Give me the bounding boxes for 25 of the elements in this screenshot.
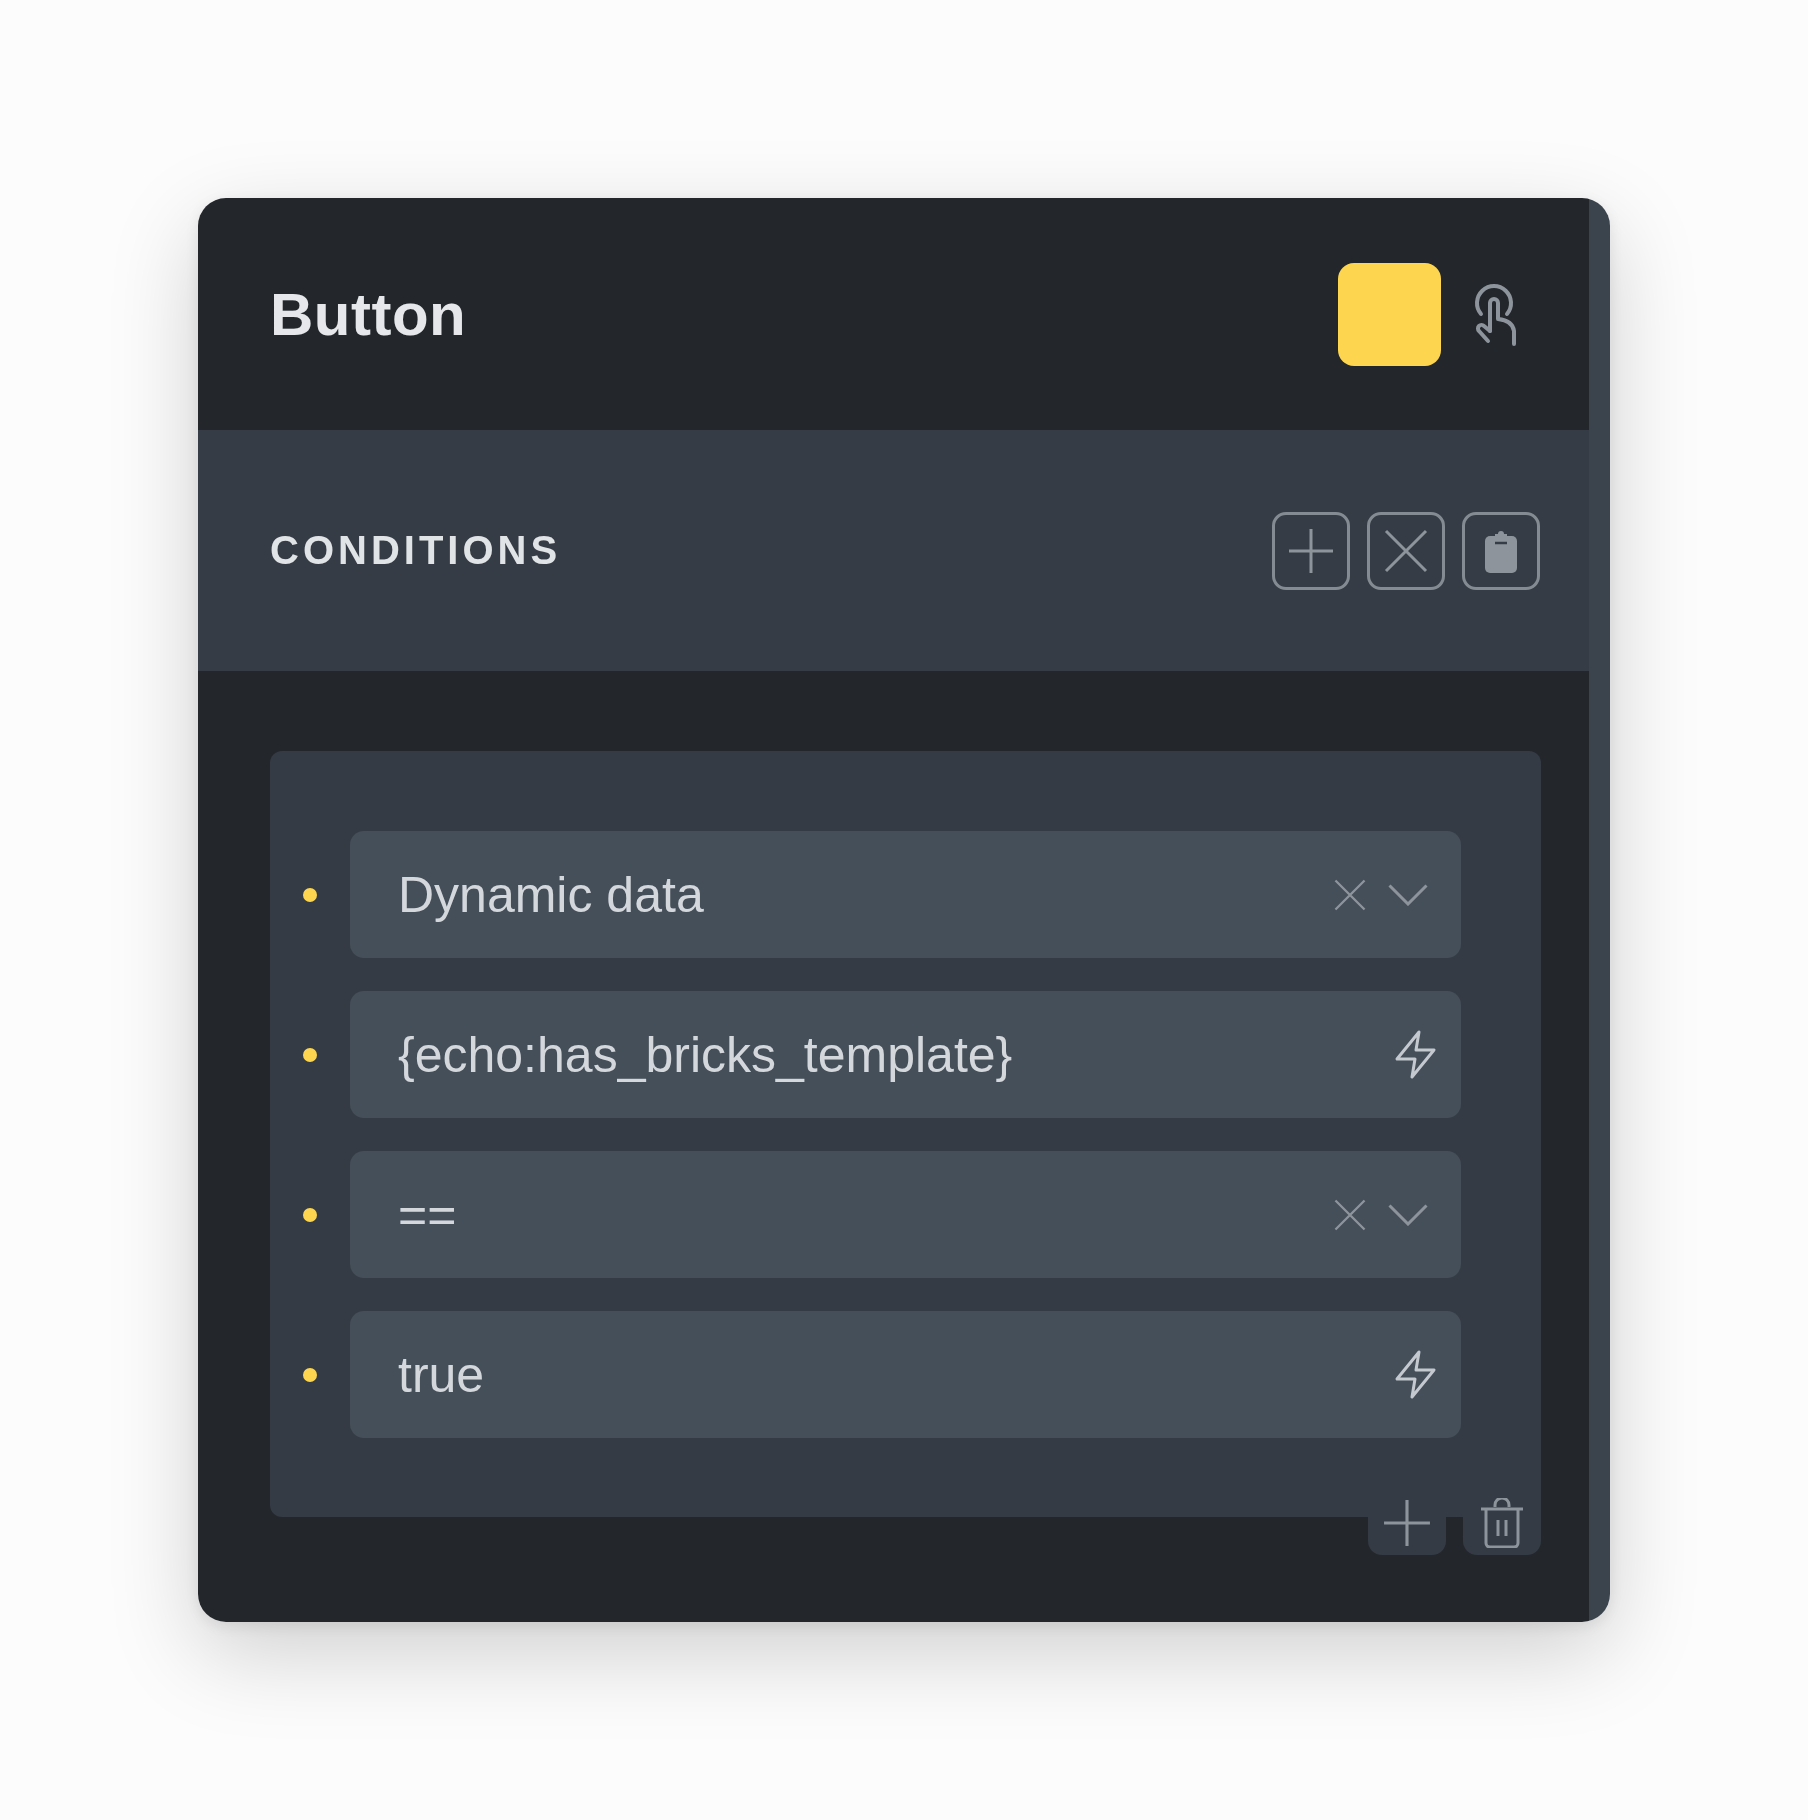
clear-icon[interactable] [1334, 1198, 1366, 1231]
select-field[interactable]: Dynamic data [350, 831, 1461, 958]
trash-icon [1480, 1498, 1524, 1548]
section-heading: CONDITIONS [270, 528, 562, 573]
clipboard-icon [1484, 528, 1518, 573]
plus-icon [1383, 1499, 1431, 1547]
clear-button[interactable] [1367, 511, 1445, 590]
input-field[interactable]: true [350, 1311, 1461, 1438]
add-button[interactable] [1272, 511, 1350, 590]
paste-button[interactable] [1462, 511, 1540, 590]
select-field[interactable]: == [350, 1151, 1461, 1278]
panel-title: Button [270, 279, 467, 349]
chevron-down-icon[interactable] [1388, 1203, 1428, 1226]
conditions-toggle-button[interactable] [1338, 262, 1441, 366]
clear-icon[interactable] [1334, 878, 1366, 911]
bullet-dot-icon [303, 1207, 317, 1222]
input-field[interactable]: {echo:has_bricks_template} [350, 991, 1461, 1118]
bullet-dot-icon [303, 1047, 317, 1062]
close-icon [1384, 528, 1428, 573]
chevron-down-icon[interactable] [1388, 883, 1428, 906]
plus-icon [1288, 527, 1334, 574]
lightning-bolt-icon[interactable] [1394, 1030, 1437, 1079]
lightning-bolt-icon[interactable] [1394, 1350, 1437, 1399]
bullet-dot-icon [303, 1367, 317, 1382]
bullet-dot-icon [303, 887, 317, 902]
